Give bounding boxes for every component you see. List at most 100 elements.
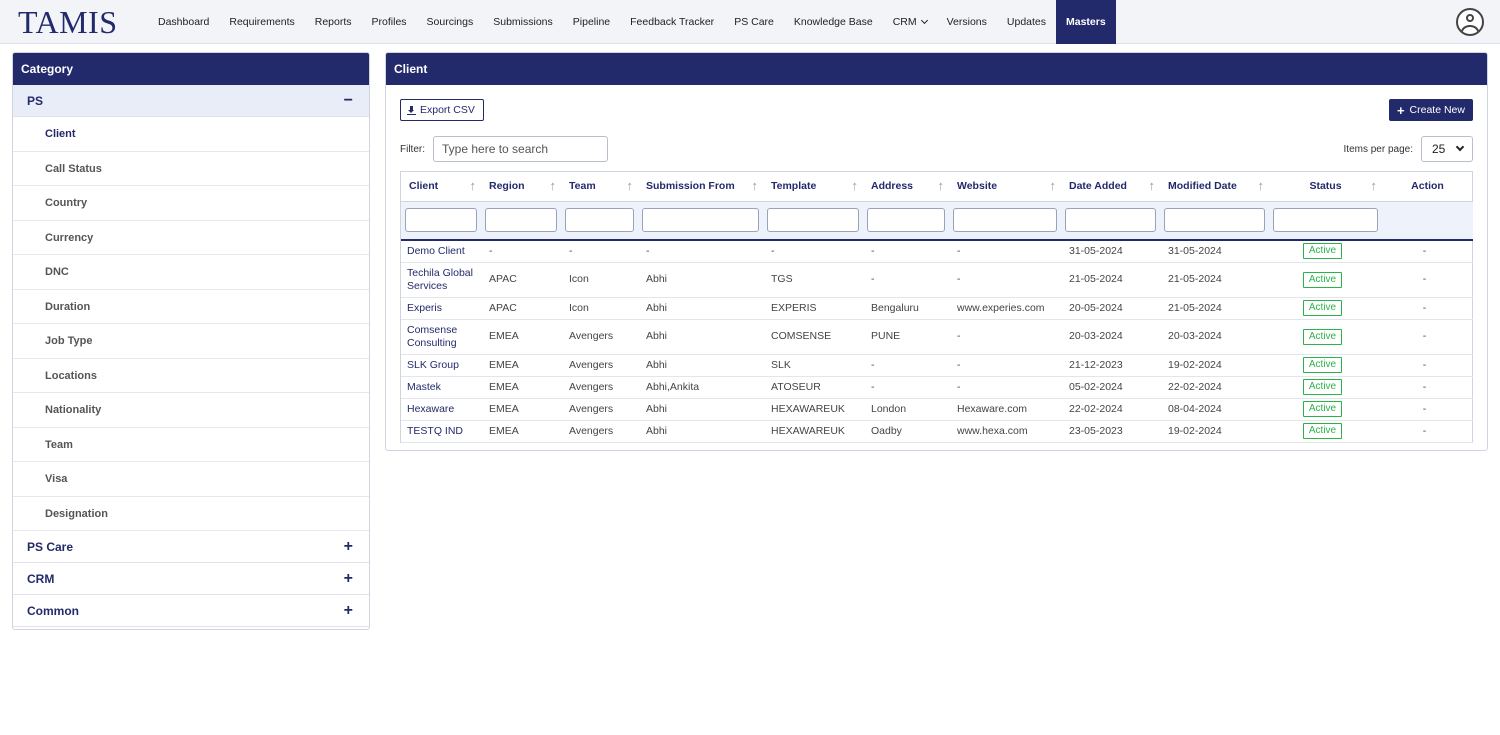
table-cell: ATOSEUR bbox=[763, 376, 863, 399]
collapse-icon[interactable]: − bbox=[344, 85, 353, 117]
nav-updates[interactable]: Updates bbox=[997, 0, 1056, 44]
table-cell: www.experies.com bbox=[949, 297, 1061, 320]
table-cell: HEXAWAREUK bbox=[763, 398, 863, 421]
col-header-status[interactable]: Status ↑ bbox=[1269, 172, 1382, 202]
col-header-address[interactable]: Address ↑ bbox=[863, 172, 949, 202]
filter-region-input[interactable] bbox=[485, 208, 557, 233]
col-header-template[interactable]: Template ↑ bbox=[763, 172, 863, 202]
search-input[interactable] bbox=[433, 136, 608, 162]
sidebar-item-dnc[interactable]: DNC bbox=[13, 255, 369, 290]
sidebar-item-currency[interactable]: Currency bbox=[13, 221, 369, 255]
filter-modified-date-input[interactable] bbox=[1164, 208, 1265, 233]
status-cell: Active bbox=[1269, 376, 1382, 399]
items-per-page-select[interactable]: 25 bbox=[1421, 136, 1473, 162]
table-cell: - bbox=[949, 376, 1061, 399]
sidebar-item-job-type[interactable]: Job Type bbox=[13, 324, 369, 359]
nav-feedback-tracker[interactable]: Feedback Tracker bbox=[620, 0, 724, 44]
status-badge: Active bbox=[1302, 401, 1343, 417]
table-cell: London bbox=[863, 398, 949, 421]
sort-arrow-icon[interactable]: ↑ bbox=[1149, 178, 1156, 193]
expand-icon[interactable]: + bbox=[344, 595, 353, 627]
col-header-website[interactable]: Website ↑ bbox=[949, 172, 1061, 202]
table-cell[interactable]: TESTQ IND bbox=[401, 420, 481, 443]
user-avatar-icon[interactable] bbox=[1456, 8, 1484, 36]
nav-versions[interactable]: Versions bbox=[937, 0, 997, 44]
table-cell[interactable]: Experis bbox=[401, 297, 481, 320]
filter-website-input[interactable] bbox=[953, 208, 1057, 233]
sort-arrow-icon[interactable]: ↑ bbox=[1371, 178, 1378, 193]
table-cell: - bbox=[863, 240, 949, 263]
nav-sourcings[interactable]: Sourcings bbox=[417, 0, 484, 44]
sidebar-item-call-status[interactable]: Call Status bbox=[13, 152, 369, 186]
filter-submission-from-input[interactable] bbox=[642, 208, 759, 233]
table-cell: Bengaluru bbox=[863, 297, 949, 320]
category-label: PS Care bbox=[27, 540, 74, 554]
nav-dashboard[interactable]: Dashboard bbox=[148, 0, 219, 44]
col-header-modified-date[interactable]: Modified Date ↑ bbox=[1160, 172, 1269, 202]
nav-submissions[interactable]: Submissions bbox=[483, 0, 563, 44]
filter-address-input[interactable] bbox=[867, 208, 945, 233]
table-cell[interactable]: Hexaware bbox=[401, 398, 481, 421]
filter-client-input[interactable] bbox=[405, 208, 477, 233]
col-header-client[interactable]: Client ↑ bbox=[401, 172, 481, 202]
sort-arrow-icon[interactable]: ↑ bbox=[1258, 178, 1265, 193]
table-cell[interactable]: Techila Global Services bbox=[401, 262, 481, 298]
nav-knowledge-base[interactable]: Knowledge Base bbox=[784, 0, 883, 44]
table-cell: Oadby bbox=[863, 420, 949, 443]
export-csv-button[interactable]: Export CSV bbox=[400, 99, 484, 121]
sort-arrow-icon[interactable]: ↑ bbox=[852, 178, 859, 193]
column-filter-row bbox=[401, 201, 1473, 241]
sort-arrow-icon[interactable]: ↑ bbox=[938, 178, 945, 193]
col-header-team[interactable]: Team ↑ bbox=[561, 172, 638, 202]
table-cell[interactable]: Demo Client bbox=[401, 240, 481, 263]
table-row: Mastek EMEA Avengers Abhi,Ankita ATOSEUR - -05… bbox=[401, 376, 1473, 399]
sidebar-item-designation[interactable]: Designation bbox=[13, 497, 369, 531]
category-crm[interactable]: CRM + bbox=[13, 563, 369, 595]
sidebar-item-duration[interactable]: Duration bbox=[13, 290, 369, 324]
items-per-page-value: 25 bbox=[1432, 142, 1446, 156]
status-badge: Active bbox=[1302, 271, 1343, 288]
sidebar-item-country[interactable]: Country bbox=[13, 186, 369, 221]
col-header-date-added[interactable]: Date Added ↑ bbox=[1061, 172, 1160, 202]
table-cell: - bbox=[863, 376, 949, 399]
sort-arrow-icon[interactable]: ↑ bbox=[550, 178, 557, 193]
avatar-body-shape bbox=[1461, 25, 1479, 34]
sidebar-item-locations[interactable]: Locations bbox=[13, 359, 369, 393]
expand-icon[interactable]: + bbox=[344, 531, 353, 563]
category-ps-care[interactable]: PS Care + bbox=[13, 531, 369, 563]
col-header-region[interactable]: Region ↑ bbox=[481, 172, 561, 202]
chevron-down-icon bbox=[1455, 142, 1465, 152]
table-cell: Abhi bbox=[638, 354, 763, 377]
table-cell[interactable]: Comsense Consulting bbox=[401, 319, 481, 355]
category-ps[interactable]: PS − bbox=[13, 85, 369, 117]
sidebar-item-team[interactable]: Team bbox=[13, 428, 369, 462]
nav-masters[interactable]: Masters bbox=[1056, 0, 1116, 44]
nav-reports[interactable]: Reports bbox=[305, 0, 362, 44]
sidebar-item-visa[interactable]: Visa bbox=[13, 462, 369, 497]
filter-team-input[interactable] bbox=[565, 208, 634, 233]
filter-date-added-input[interactable] bbox=[1065, 208, 1156, 233]
col-header-submission-from[interactable]: Submission From ↑ bbox=[638, 172, 763, 202]
table-cell[interactable]: SLK Group bbox=[401, 354, 481, 377]
expand-icon[interactable]: + bbox=[344, 563, 353, 595]
sort-arrow-icon[interactable]: ↑ bbox=[470, 178, 477, 193]
create-new-button[interactable]: + Create New bbox=[1388, 99, 1473, 121]
category-common[interactable]: Common + bbox=[13, 595, 369, 627]
status-cell: Active bbox=[1269, 420, 1382, 443]
nav-pipeline[interactable]: Pipeline bbox=[563, 0, 620, 44]
sort-arrow-icon[interactable]: ↑ bbox=[1050, 178, 1057, 193]
sort-arrow-icon[interactable]: ↑ bbox=[752, 178, 759, 193]
table-cell[interactable]: Mastek bbox=[401, 376, 481, 399]
sidebar-item-client[interactable]: Client bbox=[13, 117, 369, 152]
app-logo[interactable]: TAMIS bbox=[18, 3, 118, 41]
nav-crm[interactable]: CRM bbox=[883, 0, 937, 44]
action-cell: - bbox=[1382, 319, 1473, 355]
filter-template-input[interactable] bbox=[767, 208, 859, 233]
sidebar-item-nationality[interactable]: Nationality bbox=[13, 393, 369, 428]
filter-status-input[interactable] bbox=[1273, 208, 1378, 233]
nav-ps-care[interactable]: PS Care bbox=[724, 0, 784, 44]
nav-requirements[interactable]: Requirements bbox=[219, 0, 304, 44]
nav-profiles[interactable]: Profiles bbox=[362, 0, 417, 44]
sort-arrow-icon[interactable]: ↑ bbox=[627, 178, 634, 193]
status-cell: Active bbox=[1269, 319, 1382, 355]
